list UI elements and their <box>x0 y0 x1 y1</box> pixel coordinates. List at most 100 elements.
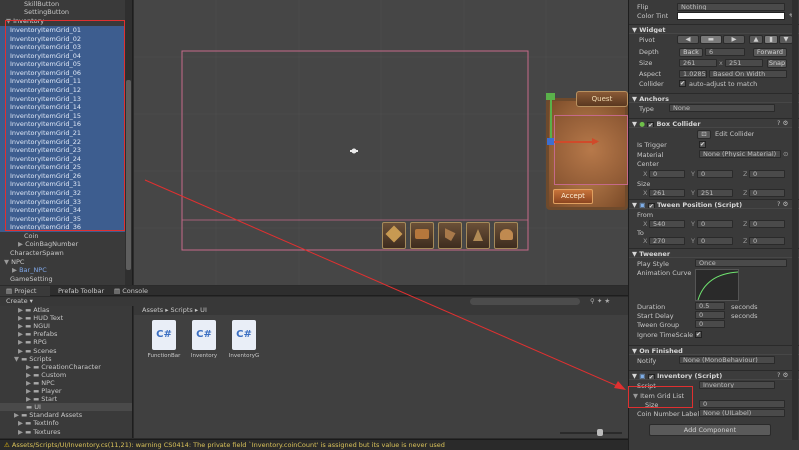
scene-view[interactable]: Quest Accept <box>134 0 628 285</box>
project-folder[interactable]: ▶ ▬ Atlas <box>0 306 132 314</box>
pivot-middle-button[interactable]: ▮ <box>764 35 778 44</box>
inspector-scrollbar[interactable] <box>792 0 798 440</box>
project-folder[interactable]: ▶ ▬ Prefabs <box>0 330 132 338</box>
inventory-script-header[interactable]: ▼ ▣ ✔ Inventory (Script) <box>629 370 799 380</box>
tab-project[interactable]: ▤ Project <box>0 286 50 296</box>
equip-button-icon[interactable] <box>438 222 462 249</box>
center-y-input[interactable]: 0 <box>697 170 733 178</box>
tween-enabled-checkbox[interactable]: ✔ <box>647 203 655 208</box>
accept-button[interactable]: Accept <box>553 189 593 204</box>
object-picker-icon[interactable]: ⊙ <box>783 150 788 158</box>
project-folder[interactable]: ▬ UI <box>0 403 132 412</box>
center-x-input[interactable]: 0 <box>649 170 685 178</box>
create-button[interactable]: Create ▾ <box>6 297 33 305</box>
aspect-mode-select[interactable]: Based On Width <box>709 70 787 78</box>
ignore-timescale-checkbox[interactable]: ✔ <box>695 331 702 338</box>
filter-icons[interactable]: ⚲ ✦ ★ <box>590 297 610 305</box>
hierarchy-item[interactable]: SettingButton <box>0 8 132 16</box>
anchors-section-header[interactable]: ▼ Anchors <box>629 93 799 103</box>
hierarchy-item-spawn[interactable]: CharacterSpawn <box>0 249 132 257</box>
from-x-input[interactable]: 540 <box>649 220 685 228</box>
script-file[interactable]: C# FunctionBar <box>146 320 182 364</box>
skill-button-icon[interactable] <box>382 222 406 249</box>
color-tint-swatch[interactable] <box>677 12 785 20</box>
tweener-section-header[interactable]: ▼ Tweener <box>629 248 799 258</box>
script-field[interactable]: Inventory <box>699 381 775 389</box>
from-z-input[interactable]: 0 <box>749 220 785 228</box>
collider-checkbox[interactable]: ✔ <box>679 80 686 87</box>
start-delay-input[interactable]: 0 <box>695 311 725 319</box>
component-gear-icon[interactable]: ? ⚙ <box>777 200 788 208</box>
from-y-input[interactable]: 0 <box>697 220 733 228</box>
depth-forward-button[interactable]: Forward <box>753 48 787 57</box>
zoom-slider-thumb[interactable] <box>597 429 603 436</box>
center-z-input[interactable]: 0 <box>749 170 785 178</box>
component-gear-icon[interactable]: ? ⚙ <box>777 119 788 127</box>
on-finished-header[interactable]: ▼ On Finished <box>629 345 799 355</box>
box-collider-header[interactable]: ▼ ● ✔ Box Collider <box>629 118 799 128</box>
component-gear-icon[interactable]: ? ⚙ <box>777 371 788 379</box>
project-folder[interactable]: ▶ ▬ TextInfo <box>0 419 132 427</box>
project-folder[interactable]: ▶ ▬ Start <box>0 395 132 403</box>
play-style-select[interactable]: Once <box>695 259 787 267</box>
size-height-input[interactable]: 251 <box>725 59 763 67</box>
to-z-input[interactable]: 0 <box>749 237 785 245</box>
move-gizmo-y-head[interactable] <box>546 93 555 100</box>
pivot-top-button[interactable]: ▲ <box>749 35 763 44</box>
project-folder[interactable]: ▶ ▬ NPC <box>0 379 132 387</box>
widget-section-header[interactable]: ▼ Widget <box>629 24 799 34</box>
project-folder[interactable]: ▶ ▬ RPG <box>0 338 132 346</box>
coin-number-label-field[interactable]: None (UILabel) <box>699 409 785 417</box>
move-gizmo-center[interactable] <box>547 138 554 145</box>
tween-group-input[interactable]: 0 <box>695 320 725 328</box>
depth-input[interactable]: 6 <box>705 48 745 56</box>
move-gizmo-x[interactable] <box>551 141 597 143</box>
hierarchy-item[interactable]: SkillButton <box>0 0 132 8</box>
script-file[interactable]: C# InventoryG <box>226 320 262 364</box>
hierarchy-item-coinbag[interactable]: ▶ CoinBagNumber <box>0 240 132 248</box>
flip-select[interactable]: Nothing <box>677 3 785 11</box>
inventory-enabled-checkbox[interactable]: ✔ <box>647 374 655 379</box>
project-folder[interactable]: ▶ ▬ CreationCharacter <box>0 363 132 371</box>
pivot-bottom-button[interactable]: ▼ <box>779 35 793 44</box>
size-width-input[interactable]: 261 <box>679 59 717 67</box>
pivot-center-button[interactable]: ▬ <box>700 35 722 44</box>
tween-position-header[interactable]: ▼ ▣ ✔ Tween Position (Script) <box>629 199 799 209</box>
duration-input[interactable]: 0.5 <box>695 302 725 310</box>
hierarchy-item-coin[interactable]: Coin <box>0 232 132 240</box>
zoom-slider-track[interactable] <box>560 432 622 434</box>
animation-curve-field[interactable] <box>695 269 739 301</box>
expand-arrow-icon[interactable]: ▶ <box>12 266 17 274</box>
hierarchy-item-gamesetting[interactable]: GameSetting <box>0 275 132 283</box>
snap-button[interactable]: Snap <box>767 59 787 68</box>
is-trigger-checkbox[interactable]: ✔ <box>699 141 706 148</box>
material-field[interactable]: None (Physic Material) <box>699 150 781 158</box>
anchors-type-select[interactable]: None <box>669 104 775 112</box>
hierarchy-item-npc[interactable]: ▼ NPC <box>0 258 132 266</box>
project-folder[interactable]: ▶ ▬ HUD Text <box>0 314 132 322</box>
breadcrumb[interactable]: Assets ▸ Scripts ▸ UI <box>134 306 628 315</box>
add-component-button[interactable]: Add Component <box>649 424 771 436</box>
hierarchy-item-barnpc[interactable]: ▶ Bar_NPC <box>0 266 132 274</box>
project-search-input[interactable] <box>470 298 580 305</box>
to-x-input[interactable]: 270 <box>649 237 685 245</box>
to-y-input[interactable]: 0 <box>697 237 733 245</box>
grid-size-input[interactable]: 0 <box>699 400 785 408</box>
box-size-y-input[interactable]: 251 <box>697 189 733 197</box>
project-folder[interactable]: ▶ ▬ Custom <box>0 371 132 379</box>
tab-console[interactable]: ▤ Console <box>110 286 150 296</box>
project-folder[interactable]: ▼ ▬ Scripts <box>0 355 132 363</box>
move-gizmo-y[interactable] <box>550 96 552 142</box>
box-size-z-input[interactable]: 0 <box>749 189 785 197</box>
depth-back-button[interactable]: Back <box>679 48 703 57</box>
setting-button-icon[interactable] <box>494 222 518 249</box>
project-folder[interactable]: ▶ ▬ Scenes <box>0 347 132 355</box>
project-folder[interactable]: ▶ ▬ Standard Assets <box>0 411 132 419</box>
aspect-input[interactable]: 1.02857 <box>679 70 707 78</box>
notify-field[interactable]: None (MonoBehaviour) <box>679 356 775 364</box>
tab-prefab-toolbar[interactable]: Prefab Toolbar <box>52 286 110 296</box>
pivot-left-button[interactable]: ◀ <box>677 35 699 44</box>
expand-arrow-icon[interactable]: ▶ <box>18 240 23 248</box>
status-bar[interactable]: ⚠ Assets/Scripts/UI/Inventory.cs(11,21):… <box>0 439 628 450</box>
project-folder[interactable]: ▶ ▬ NGUI <box>0 322 132 330</box>
